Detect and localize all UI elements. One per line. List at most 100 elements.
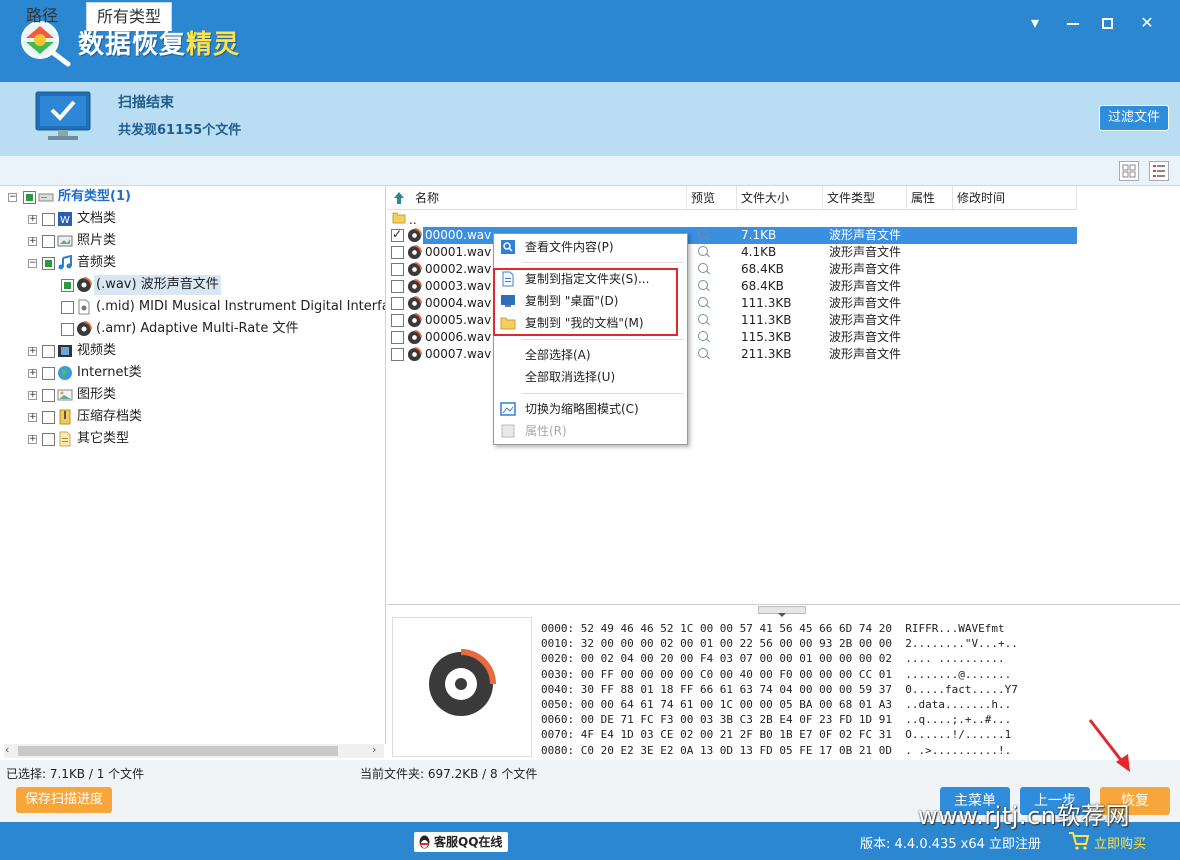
tree-item-graphics[interactable]: + 图形类	[0, 385, 380, 405]
row-checkbox[interactable]	[391, 331, 404, 344]
tree-horizontal-scrollbar[interactable]: ‹ ›	[4, 743, 384, 758]
row-checkbox[interactable]	[391, 348, 404, 361]
file-type: 波形声音文件	[829, 228, 902, 242]
sort-up-icon[interactable]	[393, 191, 405, 205]
row-checkbox[interactable]	[391, 297, 404, 310]
globe-icon	[58, 366, 72, 380]
row-checkbox[interactable]	[391, 263, 404, 276]
context-menu: 查看文件内容(P) 复制到指定文件夹(S)... 复制到 "桌面"(D) 复制到…	[493, 233, 688, 445]
tree-item-documents[interactable]: + W 文档类	[0, 209, 380, 229]
col-mtime[interactable]: 修改时间	[953, 186, 1077, 210]
col-name[interactable]: 名称	[411, 186, 687, 210]
file-row[interactable]: 00002.wav 68.4KB 波形声音文件	[387, 261, 1077, 278]
parent-dir-row[interactable]: ..	[387, 210, 1077, 227]
row-checkbox[interactable]	[391, 226, 404, 243]
tree-item-mid[interactable]: (.mid) MIDI Musical Instrument Digital I…	[0, 297, 385, 317]
hex-line: 0050: 00 00 64 61 74 61 00 1C 00 00 05 B…	[541, 698, 1012, 712]
file-row[interactable]: 00006.wav 115.3KB 波形声音文件	[387, 329, 1077, 346]
scrollbar-thumb[interactable]	[18, 746, 338, 756]
preview-magnifier-icon[interactable]	[698, 229, 708, 239]
disc-icon	[407, 245, 422, 260]
maximize-icon[interactable]	[1096, 12, 1118, 34]
tree-root[interactable]: − 所有类型(1)	[0, 187, 380, 207]
preview-magnifier-icon[interactable]	[698, 314, 708, 324]
file-row[interactable]: 00000.wav 7.1KB 波形声音文件	[387, 226, 1077, 244]
preview-magnifier-icon[interactable]	[698, 331, 708, 341]
menu-dropdown-icon[interactable]: ▾	[1024, 12, 1046, 34]
buy-now-link[interactable]: 立即购买	[1094, 833, 1146, 852]
file-size: 4.1KB	[741, 245, 777, 259]
zip-icon	[59, 409, 71, 425]
tree-item-other[interactable]: + 其它类型	[0, 429, 380, 449]
minimize-icon[interactable]	[1062, 12, 1084, 34]
watermark: www.rjtj.cn软荐网	[918, 802, 1130, 830]
preview-magnifier-icon[interactable]	[698, 348, 708, 358]
cart-icon[interactable]	[1068, 831, 1090, 851]
file-name: 00001.wav	[425, 245, 492, 259]
file-row[interactable]: 00005.wav 111.3KB 波形声音文件	[387, 312, 1077, 329]
save-scan-progress-button[interactable]: 保存扫描进度	[16, 787, 112, 813]
menu-thumbnail-mode[interactable]: 切换为缩略图模式(C)	[494, 398, 687, 420]
hex-line: 0030: 00 FF 00 00 00 00 C0 00 40 00 F0 0…	[541, 667, 1012, 681]
grid-view-icon[interactable]	[1119, 161, 1139, 181]
tree-item-amr[interactable]: (.amr) Adaptive Multi-Rate 文件	[0, 319, 380, 339]
file-name: 00002.wav	[425, 262, 492, 276]
col-size[interactable]: 文件大小	[737, 186, 823, 210]
file-type: 波形声音文件	[829, 262, 902, 276]
tree-item-wav[interactable]: (.wav) 波形声音文件	[0, 275, 380, 295]
tree-item-video[interactable]: + 视频类	[0, 341, 380, 361]
hex-dump: 0000: 52 49 46 46 52 1C 00 00 57 41 56 4…	[541, 621, 1018, 773]
preview-magnifier-icon[interactable]	[698, 263, 708, 273]
col-type[interactable]: 文件类型	[823, 186, 907, 210]
tab-all-types[interactable]: 所有类型	[86, 2, 173, 31]
disc-icon	[77, 277, 92, 292]
filter-files-button[interactable]: 过滤文件	[1099, 105, 1169, 131]
row-checkbox[interactable]	[391, 280, 404, 293]
thumbnail-icon	[500, 402, 516, 416]
menu-select-all[interactable]: 全部选择(A)	[494, 344, 687, 366]
close-icon[interactable]: ✕	[1136, 12, 1158, 34]
menu-deselect-all[interactable]: 全部取消选择(U)	[494, 366, 687, 388]
file-type: 波形声音文件	[829, 313, 902, 327]
disc-icon	[407, 313, 422, 328]
row-checkbox[interactable]	[391, 246, 404, 259]
music-note-icon	[58, 255, 72, 270]
col-attr[interactable]: 属性	[907, 186, 953, 210]
tab-path[interactable]: 路径	[16, 2, 68, 30]
file-size: 115.3KB	[741, 330, 792, 344]
view-content-icon	[501, 240, 515, 254]
column-header: 名称 预览 文件大小 文件类型 属性 修改时间	[387, 186, 1077, 210]
file-type: 波形声音文件	[829, 245, 902, 259]
file-name: 00007.wav	[425, 347, 492, 361]
version-info[interactable]: 版本: 4.4.0.435 x64 立即注册	[860, 833, 1041, 852]
tree-item-photos[interactable]: + 照片类	[0, 231, 380, 251]
preview-magnifier-icon[interactable]	[698, 280, 708, 290]
row-checkbox[interactable]	[391, 314, 404, 327]
tree-item-archives[interactable]: + 压缩存档类	[0, 407, 380, 427]
file-row[interactable]: 00007.wav 211.3KB 波形声音文件	[387, 346, 1077, 363]
file-size: 211.3KB	[741, 347, 792, 361]
svg-text:W: W	[60, 215, 70, 226]
disc-icon	[429, 649, 496, 716]
image-icon	[57, 389, 73, 401]
file-name: 00000.wav	[423, 227, 493, 244]
pane-splitter[interactable]	[758, 606, 806, 617]
file-size: 68.4KB	[741, 279, 784, 293]
qq-support-button[interactable]: 客服QQ在线	[414, 832, 508, 852]
preview-magnifier-icon[interactable]	[698, 246, 708, 256]
tree-item-audio[interactable]: − 音频类	[0, 253, 380, 273]
hex-line: 0060: 00 DE 71 FC F3 00 03 3B C3 2B E4 0…	[541, 713, 1012, 727]
selected-info: 已选择: 7.1KB / 1 个文件	[6, 767, 145, 781]
disc-icon	[407, 296, 422, 311]
menu-view-content[interactable]: 查看文件内容(P)	[494, 236, 687, 258]
tree-item-internet[interactable]: + Internet类	[0, 363, 380, 383]
preview-magnifier-icon[interactable]	[698, 297, 708, 307]
file-row[interactable]: 00001.wav 4.1KB 波形声音文件	[387, 244, 1077, 261]
file-row[interactable]: 00004.wav 111.3KB 波形声音文件	[387, 295, 1077, 312]
file-row[interactable]: 00003.wav 68.4KB 波形声音文件	[387, 278, 1077, 295]
list-view-icon[interactable]	[1149, 161, 1169, 181]
type-tree: − 所有类型(1) + W 文档类 + 照片类 − 音频类 (.wav) 波形声…	[0, 186, 386, 744]
col-preview[interactable]: 预览	[687, 186, 737, 210]
film-icon	[58, 345, 72, 357]
hex-line: 0010: 32 00 00 00 02 00 01 00 22 56 00 0…	[541, 637, 1018, 651]
